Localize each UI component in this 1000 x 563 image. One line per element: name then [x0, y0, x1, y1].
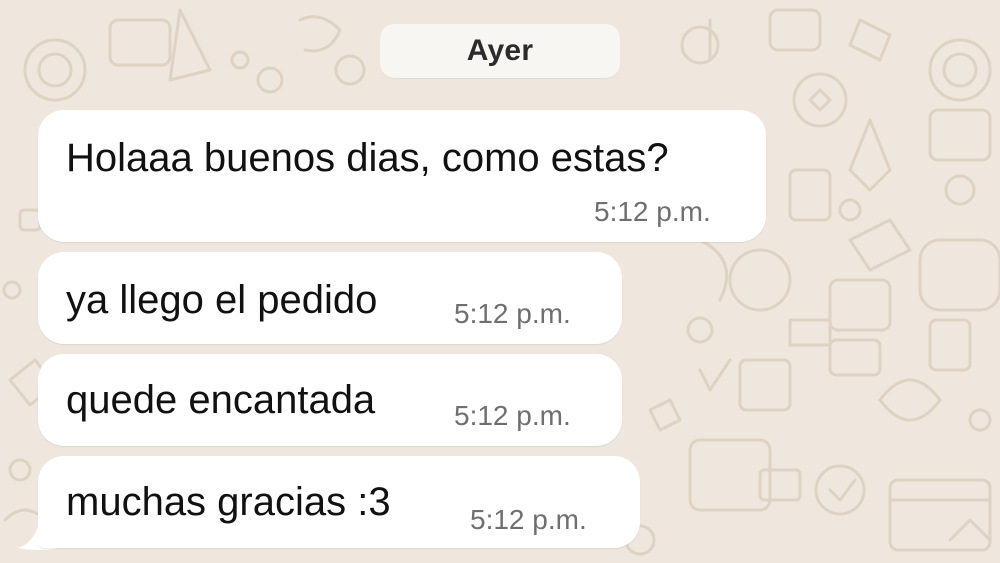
incoming-message-bubble[interactable]: quede encantada 5:12 p.m.: [38, 354, 622, 446]
message-text: quede encantada: [66, 378, 376, 422]
incoming-message-bubble[interactable]: ya llego el pedido 5:12 p.m.: [38, 252, 622, 344]
message-text: Holaaa buenos dias, como estas?: [66, 136, 669, 180]
message-timestamp: 5:12 p.m.: [594, 196, 711, 227]
message-timestamp: 5:12 p.m.: [454, 298, 571, 329]
date-separator-label: Ayer: [466, 34, 534, 67]
incoming-message-bubble[interactable]: Holaaa buenos dias, como estas? 5:12 p.m…: [38, 110, 766, 242]
message-timestamp: 5:12 p.m.: [470, 504, 587, 535]
message-timestamp: 5:12 p.m.: [454, 400, 571, 431]
incoming-message-bubble[interactable]: muchas gracias :3 5:12 p.m.: [38, 456, 640, 548]
date-separator: Ayer: [380, 24, 620, 78]
message-text: muchas gracias :3: [66, 480, 391, 524]
message-text: ya llego el pedido: [66, 278, 378, 322]
